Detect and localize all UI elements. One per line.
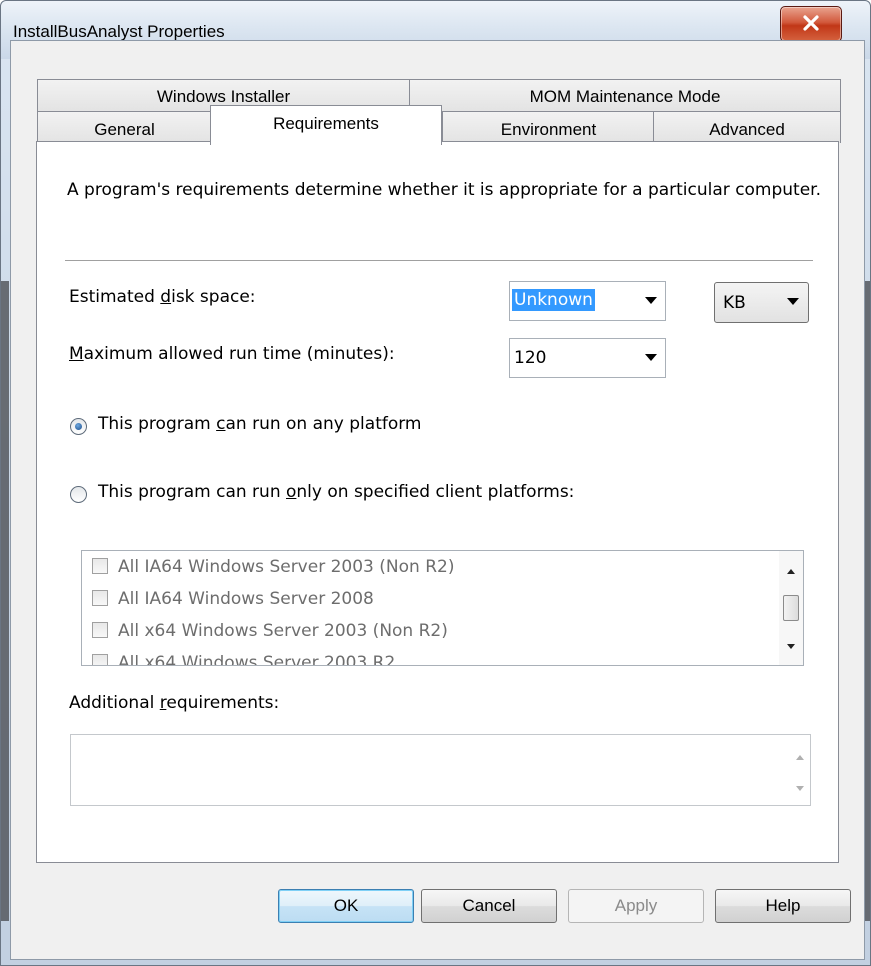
label-text: nly on specified client platforms: bbox=[296, 482, 575, 502]
tab-label: MOM Maintenance Mode bbox=[529, 87, 721, 106]
checkbox[interactable] bbox=[92, 558, 108, 574]
platforms-scrollbar[interactable] bbox=[779, 551, 803, 665]
label-text: Additional bbox=[69, 693, 160, 713]
disk-space-combobox[interactable]: Unknown bbox=[509, 281, 666, 321]
tab-environment[interactable]: Environment bbox=[442, 111, 655, 143]
apply-button[interactable]: Apply bbox=[568, 889, 704, 923]
access-key: d bbox=[160, 287, 172, 307]
separator bbox=[65, 260, 813, 262]
label-text: This program can run bbox=[98, 482, 286, 502]
tab-label: Environment bbox=[500, 120, 597, 139]
scroll-up-arrow-icon[interactable] bbox=[787, 569, 795, 574]
disk-space-value: Unknown bbox=[512, 289, 595, 311]
label-text: isk space: bbox=[171, 287, 256, 307]
disk-space-label: Estimated disk space: bbox=[69, 287, 256, 307]
close-icon bbox=[803, 15, 819, 31]
chevron-down-icon bbox=[787, 298, 799, 305]
properties-dialog: InstallBusAnalyst Properties Windows Ins… bbox=[0, 0, 871, 966]
label-text: aximum allowed run time (minutes): bbox=[83, 344, 395, 364]
close-button[interactable] bbox=[780, 6, 842, 42]
platforms-listbox[interactable]: All IA64 Windows Server 2003 (Non R2) Al… bbox=[81, 550, 804, 666]
window-edge-left bbox=[1, 281, 9, 921]
tab-label: Windows Installer bbox=[156, 87, 291, 106]
platform-name: All IA64 Windows Server 2003 (Non R2) bbox=[118, 557, 455, 577]
label-text: This program bbox=[98, 414, 217, 434]
platform-name: All x64 Windows Server 2003 (Non R2) bbox=[118, 621, 448, 641]
checkbox[interactable] bbox=[92, 654, 108, 665]
scroll-down-arrow-icon[interactable] bbox=[787, 644, 795, 649]
specified-platforms-radio[interactable] bbox=[70, 486, 87, 503]
additional-requirements-field[interactable] bbox=[70, 734, 811, 806]
platform-name: All x64 Windows Server 2003 R2 bbox=[118, 653, 396, 666]
tab-requirements[interactable]: Requirements bbox=[210, 105, 442, 145]
scroll-thumb[interactable] bbox=[783, 595, 799, 621]
access-key: M bbox=[69, 344, 84, 364]
window-title: InstallBusAnalyst Properties bbox=[13, 22, 225, 41]
list-item[interactable]: All IA64 Windows Server 2008 bbox=[92, 589, 374, 619]
ok-button[interactable]: OK bbox=[278, 889, 414, 923]
run-time-combobox[interactable]: 120 bbox=[509, 338, 666, 378]
platform-name: All IA64 Windows Server 2008 bbox=[118, 589, 374, 609]
tab-label: Advanced bbox=[709, 120, 785, 139]
help-button[interactable]: Help bbox=[715, 889, 851, 923]
additional-requirements-scrollbar[interactable] bbox=[788, 735, 810, 805]
label-text: Estimated bbox=[69, 287, 161, 307]
tab-label: Requirements bbox=[273, 114, 379, 133]
run-time-label: Maximum allowed run time (minutes): bbox=[69, 344, 395, 364]
label-text: equirements: bbox=[166, 693, 280, 713]
disk-unit-dropdown[interactable]: KB bbox=[714, 282, 809, 323]
label-text: an run on any platform bbox=[225, 414, 422, 434]
checkbox[interactable] bbox=[92, 622, 108, 638]
chevron-down-icon bbox=[645, 354, 657, 361]
scroll-up-arrow-icon[interactable] bbox=[796, 755, 804, 760]
additional-requirements-label: Additional requirements: bbox=[69, 693, 279, 713]
run-time-value: 120 bbox=[514, 348, 547, 368]
requirements-description: A program's requirements determine wheth… bbox=[67, 180, 822, 200]
tab-mom-maintenance-mode[interactable]: MOM Maintenance Mode bbox=[409, 79, 841, 112]
scroll-down-arrow-icon[interactable] bbox=[796, 786, 804, 791]
any-platform-radio[interactable] bbox=[70, 418, 87, 435]
specified-platforms-label[interactable]: This program can run only on specified c… bbox=[98, 482, 574, 502]
list-item[interactable]: All x64 Windows Server 2003 (Non R2) bbox=[92, 621, 448, 651]
chevron-down-icon bbox=[645, 297, 657, 304]
tab-general[interactable]: General bbox=[37, 111, 212, 143]
list-item[interactable]: All IA64 Windows Server 2003 (Non R2) bbox=[92, 557, 454, 587]
cancel-button[interactable]: Cancel bbox=[421, 889, 557, 923]
tab-advanced[interactable]: Advanced bbox=[653, 111, 841, 143]
checkbox[interactable] bbox=[92, 590, 108, 606]
any-platform-label[interactable]: This program can run on any platform bbox=[98, 414, 422, 434]
access-key: o bbox=[286, 482, 297, 502]
disk-unit-value: KB bbox=[723, 293, 746, 313]
requirements-panel: A program's requirements determine wheth… bbox=[36, 141, 839, 863]
list-item[interactable]: All x64 Windows Server 2003 R2 bbox=[92, 653, 396, 666]
tab-label: General bbox=[94, 120, 155, 139]
